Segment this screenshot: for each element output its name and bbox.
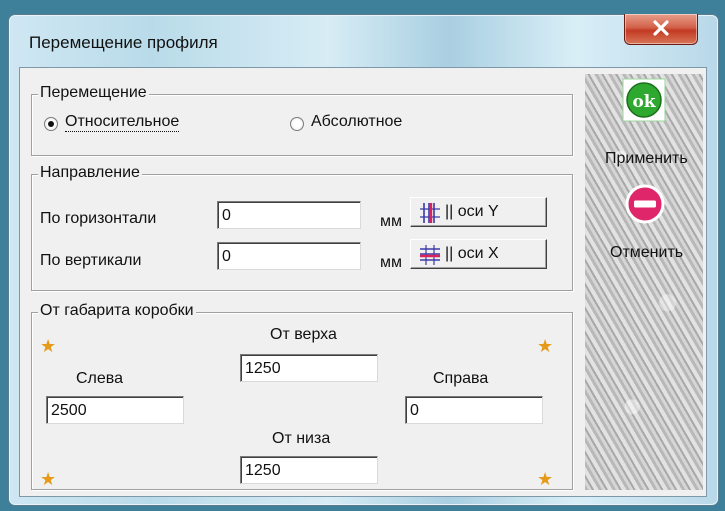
direction-group: Направление По горизонтали мм || оси Y П…: [31, 164, 573, 291]
close-button[interactable]: [624, 14, 698, 45]
right-input[interactable]: [405, 396, 543, 424]
dialog-body: Перемещение Относительное Абсолютное Нап…: [19, 67, 707, 497]
vertical-label: По вертикали: [40, 252, 142, 269]
vertical-input[interactable]: [217, 242, 361, 270]
parallel-y-axis-button[interactable]: || оси Y: [410, 197, 547, 227]
horizontal-unit: мм: [380, 213, 402, 230]
apply-button[interactable]: ok Применить: [585, 74, 703, 184]
apply-label: Применить: [605, 150, 688, 167]
top-label: От верха: [270, 326, 337, 343]
box-dimensions-legend: От габарита коробки: [38, 302, 196, 320]
star-icon: ★: [537, 336, 554, 356]
ok-icon: ok: [622, 78, 666, 122]
title-bar[interactable]: Перемещение профиля: [9, 14, 718, 67]
dialog-window: Перемещение профиля Перемещение Относите…: [8, 14, 719, 506]
horizontal-label: По горизонтали: [40, 210, 157, 227]
movement-group: Перемещение Относительное Абсолютное: [31, 84, 573, 156]
box-dimensions-group: От габарита коробки ★ ★ ★ ★ От верха Сле…: [31, 302, 573, 490]
absolute-radio[interactable]: [290, 117, 304, 131]
movement-legend: Перемещение: [38, 84, 149, 102]
cancel-button[interactable]: Отменить: [585, 184, 703, 284]
absolute-radio-label[interactable]: Абсолютное: [311, 113, 402, 131]
window-title: Перемещение профиля: [29, 33, 218, 52]
action-panel: ok Применить Отменить: [585, 74, 703, 490]
parallel-x-axis-label: || оси X: [445, 245, 499, 262]
no-entry-icon: [625, 184, 665, 224]
star-icon: ★: [40, 336, 57, 356]
star-icon: ★: [537, 469, 554, 489]
top-input[interactable]: [240, 354, 378, 382]
horizontal-input[interactable]: [217, 201, 361, 229]
bottom-input[interactable]: [240, 456, 378, 484]
close-icon: [653, 20, 669, 36]
left-input[interactable]: [46, 396, 184, 424]
left-label: Слева: [76, 370, 124, 387]
bottom-label: От низа: [272, 430, 331, 447]
relative-radio[interactable]: [44, 117, 58, 131]
main-panel: Перемещение Относительное Абсолютное Нап…: [20, 68, 581, 496]
cancel-label: Отменить: [610, 244, 684, 261]
grid-horizontal-lines-icon: [420, 245, 440, 265]
radio-selected-dot: [48, 121, 54, 127]
ok-icon-text: ok: [632, 92, 656, 112]
grid-vertical-lines-icon: [420, 203, 440, 223]
star-icon: ★: [40, 469, 57, 489]
right-label: Справа: [433, 370, 489, 387]
parallel-x-axis-button[interactable]: || оси X: [410, 239, 547, 269]
direction-legend: Направление: [38, 164, 142, 182]
parallel-y-axis-label: || оси Y: [445, 203, 499, 220]
vertical-unit: мм: [380, 254, 402, 271]
relative-radio-label[interactable]: Относительное: [65, 113, 180, 132]
